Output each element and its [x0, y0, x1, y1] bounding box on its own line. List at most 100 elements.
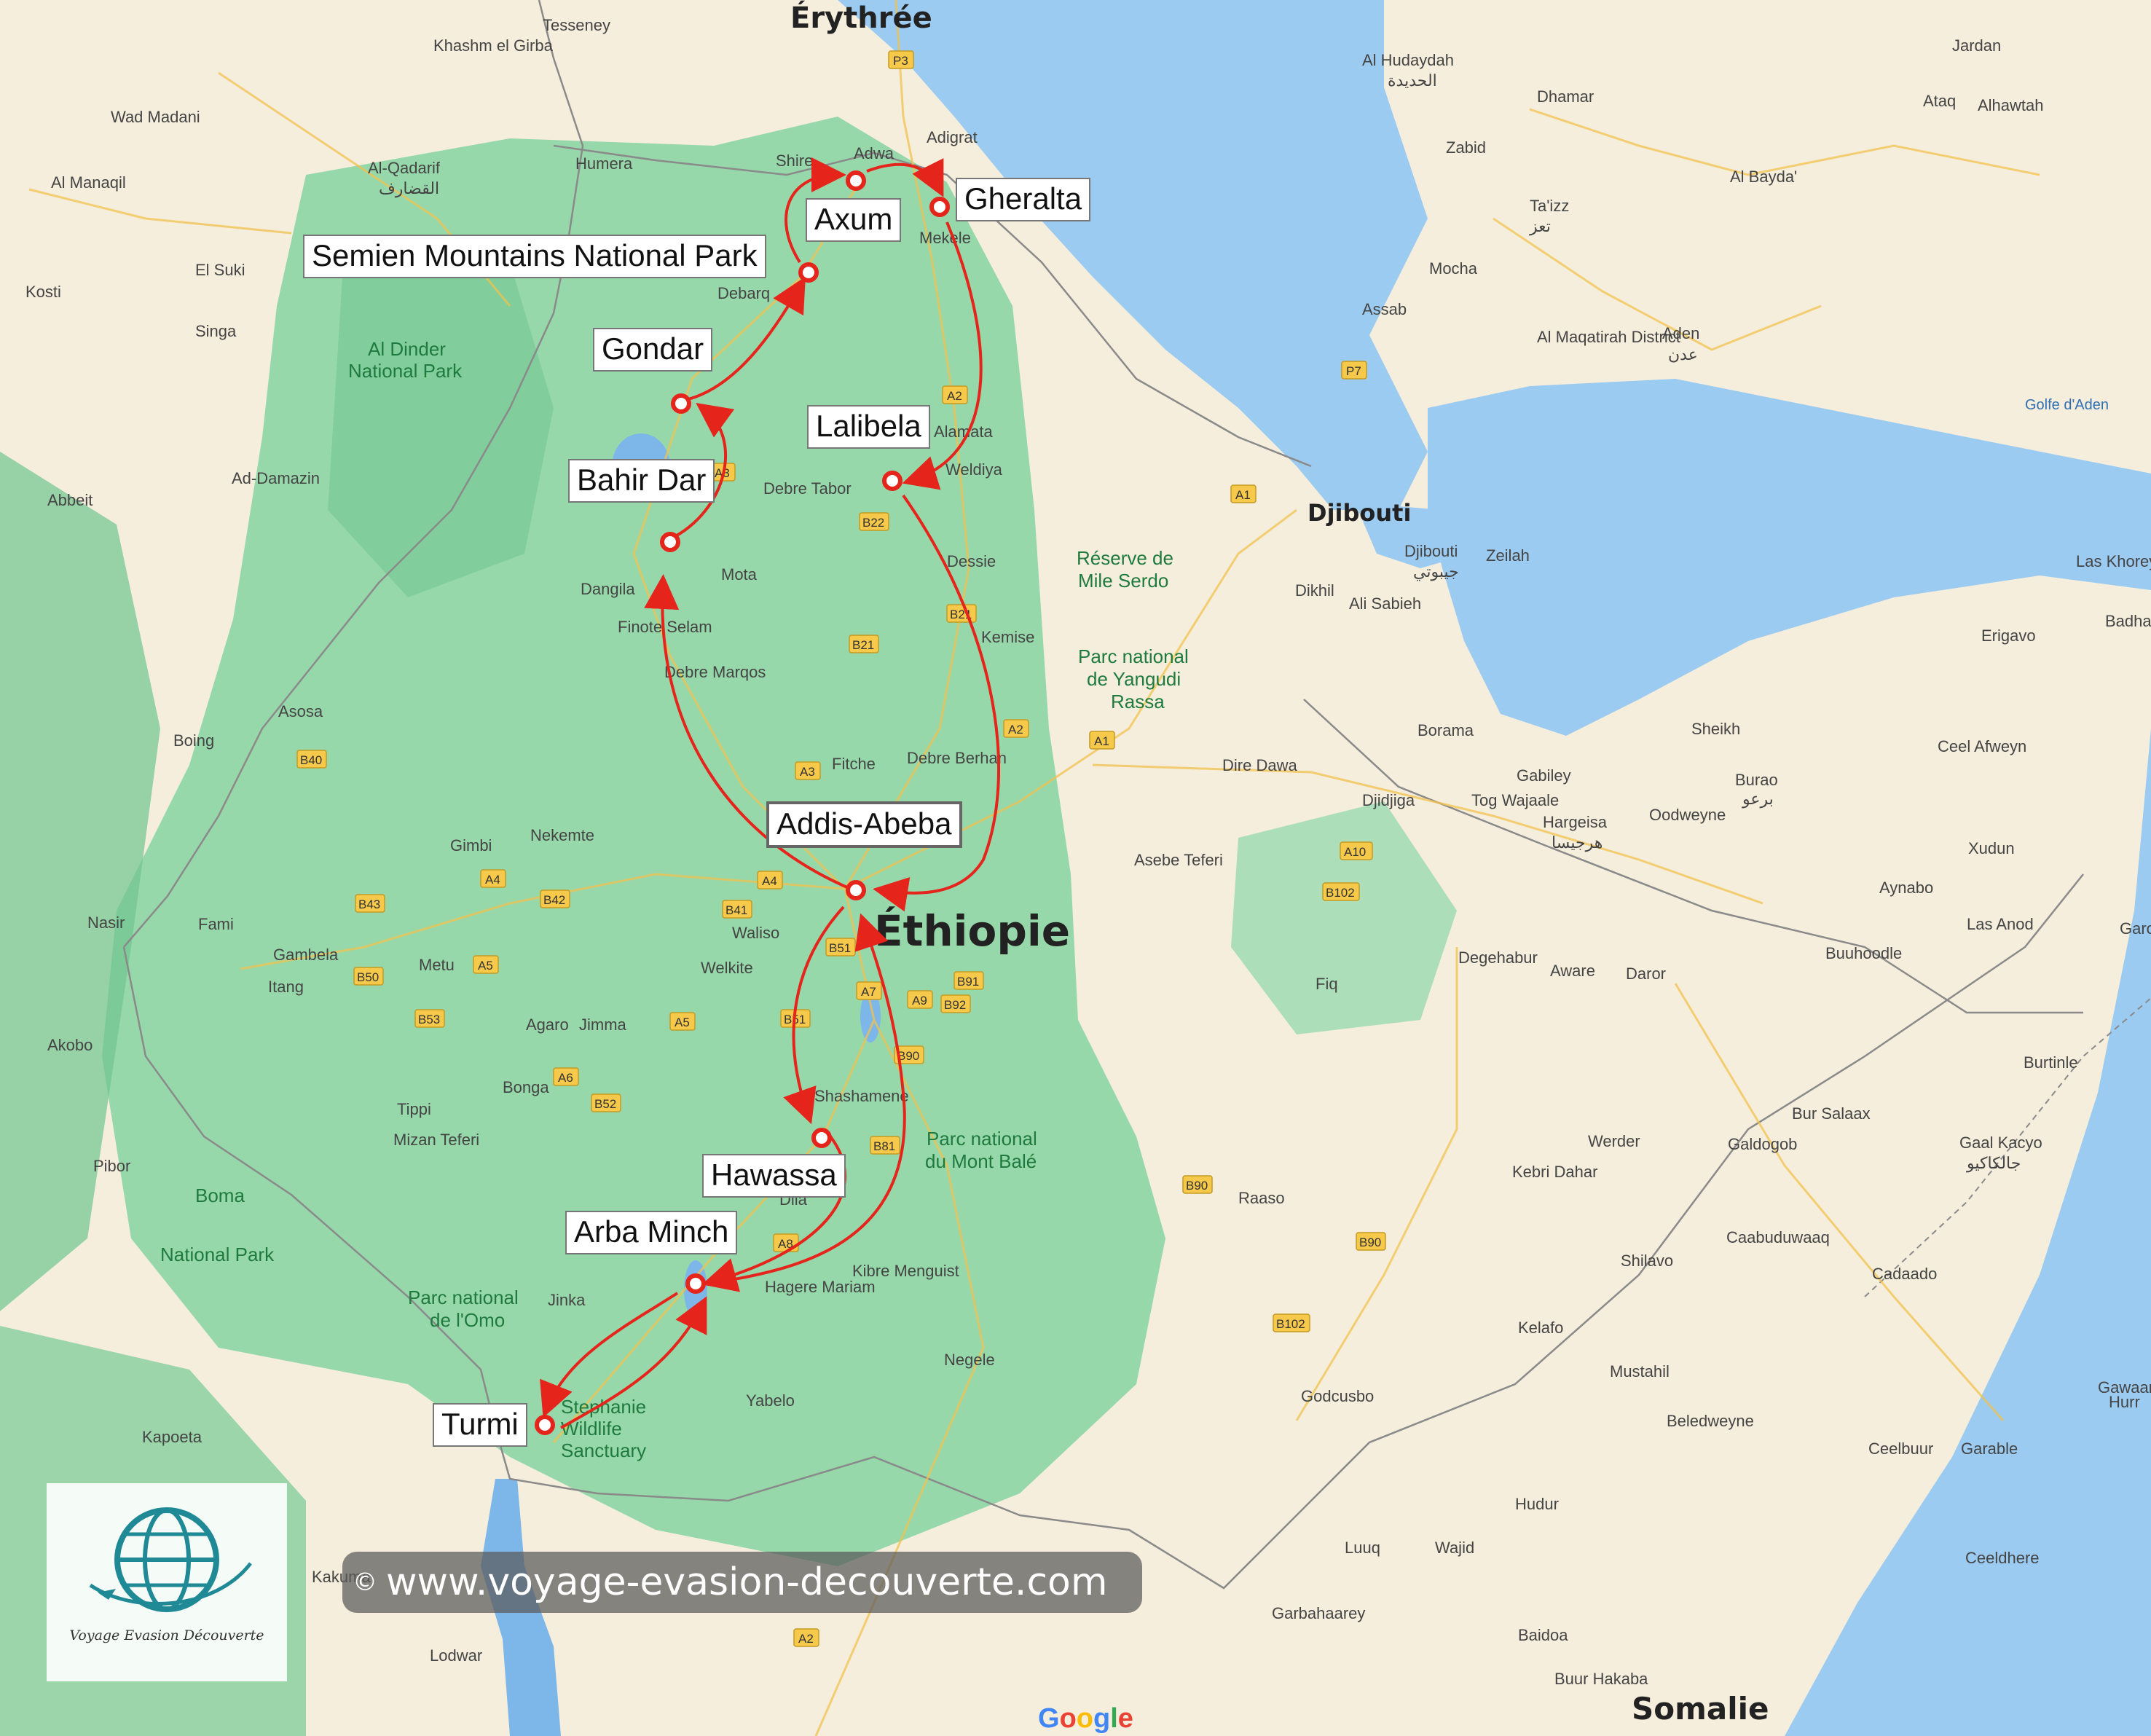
place-label-el-suki: El Suki	[195, 261, 245, 279]
svg-text:B92: B92	[944, 998, 966, 1012]
svg-text:B102: B102	[1276, 1317, 1305, 1331]
place-label-metu: Metu	[419, 956, 455, 974]
road-badge-b51: B51	[825, 938, 856, 957]
place-label-yabelo: Yabelo	[746, 1391, 795, 1410]
road-badge-a3-south: A3	[795, 761, 821, 780]
stop-label-gheralta: Gheralta	[956, 178, 1091, 222]
stop-label-addis: Addis-Abeba	[766, 801, 962, 849]
road-badge-p7: P7	[1341, 361, 1367, 380]
svg-text:A7: A7	[861, 985, 876, 999]
place-label-gabiley: Gabiley	[1517, 766, 1571, 785]
website-watermark: © www.voyage-evasion-decouverte.com	[342, 1552, 1142, 1613]
svg-text:P3: P3	[893, 54, 908, 68]
place-label-debarq: Debarq	[717, 284, 770, 302]
place-label-ataq: Ataq	[1923, 92, 1956, 110]
place-label-debre-berhan: Debre Berhan	[907, 749, 1007, 767]
place-label-al-qadarif-ar: القضارف	[379, 179, 439, 198]
place-label-aynabo: Aynabo	[1879, 879, 1933, 897]
svg-text:B52: B52	[594, 1097, 616, 1111]
place-label-fami: Fami	[198, 915, 234, 933]
place-label-nasir: Nasir	[87, 914, 125, 932]
place-label-taizz: Ta'izz	[1530, 197, 1569, 215]
svg-text:B51: B51	[829, 941, 851, 955]
place-label-taizz-ar: تعز	[1529, 217, 1551, 236]
place-label-wad-madani: Wad Madani	[111, 108, 200, 126]
place-label-burao-ar: برعو	[1742, 790, 1774, 809]
place-label-hurr: Hurr	[2109, 1393, 2140, 1411]
svg-text:B102: B102	[1326, 886, 1355, 900]
place-label-daror: Daror	[1626, 965, 1666, 983]
place-label-dangila: Dangila	[581, 580, 635, 598]
park-label-stephanie-2: Wildlife	[561, 1418, 622, 1440]
svg-text:A4: A4	[485, 873, 500, 887]
road-badge-a5-east: A5	[669, 1012, 696, 1031]
place-label-mizan-teferi: Mizan Teferi	[393, 1131, 479, 1149]
place-label-caabuduwaaq: Caabuduwaaq	[1726, 1228, 1830, 1246]
place-label-nekemte: Nekemte	[530, 826, 594, 844]
place-label-gimbi: Gimbi	[450, 836, 492, 855]
stop-label-gondar: Gondar	[593, 328, 713, 372]
place-label-degehabur: Degehabur	[1458, 948, 1538, 967]
place-label-ali-sabieh: Ali Sabieh	[1349, 594, 1421, 613]
road-badge-a4: A4	[480, 869, 506, 888]
country-label-somalia: Somalie	[1632, 1691, 1769, 1727]
place-label-gaal-kacyo: Gaal Kacyo	[1959, 1134, 2042, 1152]
svg-text:B22: B22	[862, 516, 884, 530]
place-label-mustahil: Mustahil	[1610, 1362, 1670, 1380]
svg-text:B81: B81	[873, 1139, 895, 1153]
place-label-djidjiga: Djidjiga	[1362, 791, 1415, 809]
place-label-galdogob: Galdogob	[1728, 1135, 1797, 1153]
place-label-bur-salaax: Bur Salaax	[1792, 1104, 1871, 1123]
place-label-assab: Assab	[1362, 300, 1407, 318]
stop-label-arbaminch: Arba Minch	[565, 1211, 738, 1255]
road-badge-b90-mid: B90	[1182, 1175, 1213, 1194]
road-badge-b91: B91	[953, 971, 984, 990]
place-label-godcusbo: Godcusbo	[1301, 1387, 1374, 1405]
stop-label-lalibela: Lalibela	[807, 405, 930, 449]
place-label-hudur: Hudur	[1515, 1495, 1559, 1513]
water-label-gulf-aden: Golfe d'Aden	[2025, 397, 2109, 413]
place-label-jinka: Jinka	[548, 1291, 586, 1309]
place-label-asebe-teferi: Asebe Teferi	[1134, 851, 1223, 869]
place-label-khashm-el-girba: Khashm el Girba	[433, 36, 554, 55]
place-label-debre-tabor: Debre Tabor	[763, 479, 852, 498]
place-label-shire: Shire	[776, 152, 813, 170]
country-label-eritrea: Érythrée	[790, 0, 932, 35]
google-logo: Google	[1038, 1703, 1133, 1734]
svg-text:A1: A1	[1235, 488, 1251, 502]
place-label-shilavo: Shilavo	[1621, 1252, 1673, 1270]
place-label-bonga: Bonga	[503, 1078, 549, 1096]
stop-label-axum: Axum	[806, 198, 902, 243]
place-label-hagere-mariam: Hagere Mariam	[765, 1278, 876, 1296]
place-label-al-bayda: Al Bayda'	[1730, 168, 1797, 186]
place-label-al-hudaydah: Al Hudaydah	[1362, 51, 1454, 69]
road-badge-b22: B22	[859, 512, 889, 531]
place-label-dhamar: Dhamar	[1537, 87, 1594, 106]
marker-turmi	[535, 1415, 555, 1435]
place-label-itang: Itang	[268, 978, 304, 996]
place-label-lodwar: Lodwar	[430, 1646, 482, 1665]
road-badge-a7: A7	[856, 981, 882, 1000]
park-label-yangudi-1: Parc national	[1078, 645, 1189, 667]
park-label-boma-1: Boma	[195, 1185, 245, 1206]
copyright-symbol: ©	[353, 1568, 377, 1597]
svg-text:A9: A9	[912, 994, 927, 1008]
svg-text:B40: B40	[300, 753, 322, 767]
svg-text:A10: A10	[1344, 845, 1366, 859]
place-label-djibouti-city: Djibouti	[1404, 542, 1458, 560]
place-label-pibor: Pibor	[93, 1157, 130, 1175]
park-label-al-dinder-2: National Park	[348, 360, 463, 382]
place-label-kapoeta: Kapoeta	[142, 1428, 202, 1446]
place-label-buuhoodle: Buuhoodle	[1825, 944, 1902, 962]
road-badge-a8: A8	[773, 1233, 799, 1252]
road-badge-a1-south: A1	[1089, 731, 1115, 750]
marker-arbaminch	[685, 1273, 706, 1294]
place-label-asosa: Asosa	[278, 702, 323, 720]
park-label-stephanie-1: Stephanie	[561, 1396, 646, 1418]
place-label-cadaado: Cadaado	[1872, 1265, 1937, 1283]
road-badge-a1: A1	[1230, 484, 1257, 503]
logo-caption: Voyage Evasion Découverte	[69, 1627, 264, 1643]
park-label-al-dinder-1: Al Dinder	[368, 338, 446, 360]
place-label-wajid: Wajid	[1435, 1539, 1474, 1557]
place-label-singa: Singa	[195, 322, 237, 340]
